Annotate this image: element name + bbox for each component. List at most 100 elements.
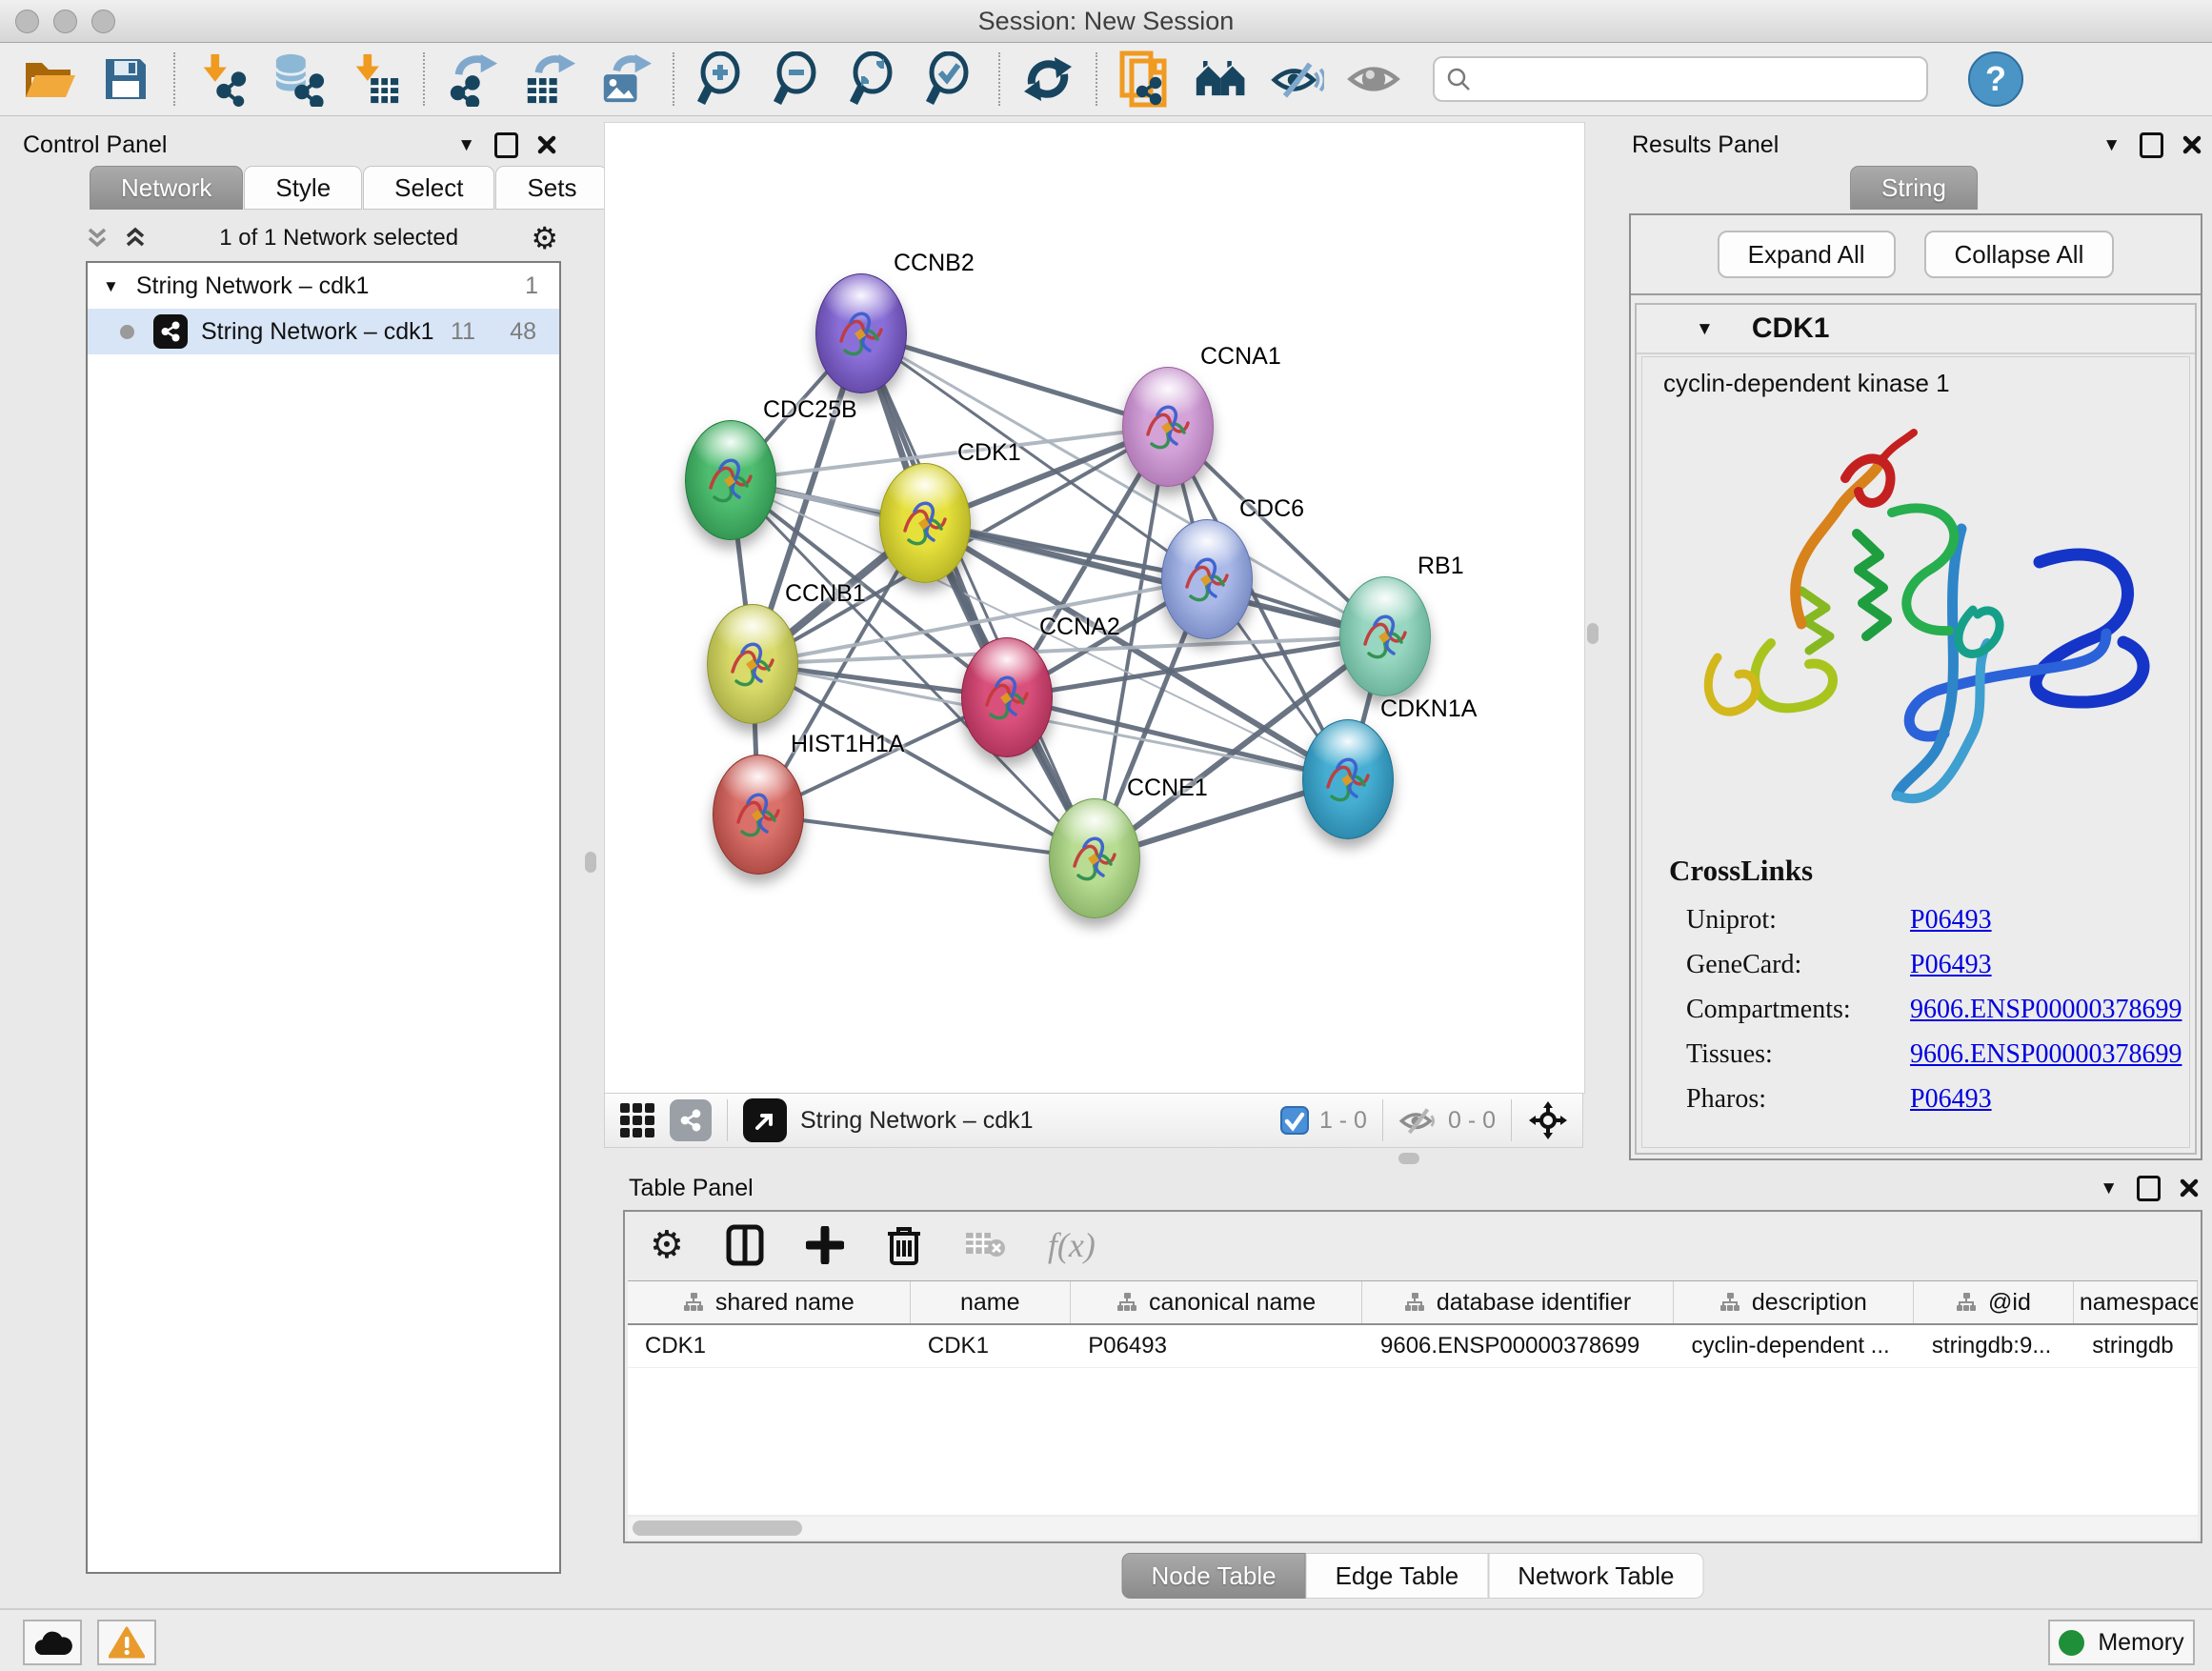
zoom-selected-button[interactable] (924, 52, 977, 106)
panel-menu-icon[interactable]: ▼ (2100, 1179, 2118, 1198)
column-header-namespace[interactable]: namespace (2074, 1281, 2198, 1323)
crosslink-value[interactable]: P06493 (1910, 1084, 1992, 1115)
edge-CCNB2-CCNA1[interactable] (861, 333, 1168, 427)
import-network-file-button[interactable] (196, 52, 250, 106)
float-panel-icon[interactable] (2137, 1176, 2161, 1201)
show-columns-icon[interactable] (726, 1224, 764, 1266)
network-options-gear-icon[interactable]: ⚙ (531, 223, 558, 253)
cell-namespace[interactable]: stringdb (2075, 1325, 2198, 1367)
crosslink-value[interactable]: 9606.ENSP00000378699 (1910, 1039, 2182, 1070)
tab-network-table[interactable]: Network Table (1488, 1553, 1703, 1599)
search-input[interactable] (1478, 65, 1915, 93)
float-panel-icon[interactable] (2140, 132, 2163, 158)
close-panel-icon[interactable] (2180, 1178, 2199, 1198)
tab-style[interactable]: Style (244, 166, 362, 210)
network-canvas[interactable]: CCNB2 CCNA1 CDC25B CDK1 CDC6 RB1 CCNB1 C… (604, 122, 1585, 1094)
export-image-button[interactable] (598, 52, 652, 106)
save-session-button[interactable] (99, 52, 152, 106)
table-horizontal-scrollbar[interactable] (628, 1517, 2198, 1540)
column-header--id[interactable]: @id (1914, 1281, 2074, 1323)
panel-resize-handle[interactable] (1587, 623, 1599, 644)
collapse-all-button[interactable]: Collapse All (1924, 231, 2115, 278)
minimize-window-button[interactable] (53, 10, 77, 33)
table-row[interactable]: CDK1CDK1P064939606.ENSP00000378699cyclin… (628, 1325, 2198, 1368)
open-session-button[interactable] (23, 52, 76, 106)
hide-selected-button[interactable] (1271, 52, 1324, 106)
cell-description[interactable]: cyclin-dependent ... (1675, 1325, 1915, 1367)
crosslink-value[interactable]: 9606.ENSP00000378699 (1910, 995, 2182, 1025)
network-node-CCNA1[interactable] (1122, 367, 1214, 487)
warnings-button[interactable] (97, 1620, 156, 1665)
cell-name[interactable]: CDK1 (911, 1325, 1071, 1367)
cell-shared-name[interactable]: CDK1 (628, 1325, 911, 1367)
export-network-button[interactable] (446, 52, 499, 106)
panel-menu-icon[interactable]: ▼ (2102, 136, 2121, 154)
zoom-out-button[interactable] (772, 52, 825, 106)
tab-edge-table[interactable]: Edge Table (1306, 1553, 1489, 1599)
cell-canonical-name[interactable]: P06493 (1071, 1325, 1363, 1367)
help-button[interactable]: ? (1968, 51, 2023, 107)
crosslink-value[interactable]: P06493 (1910, 950, 1992, 980)
column-header-shared-name[interactable]: shared name (628, 1281, 911, 1323)
add-column-icon[interactable] (806, 1226, 844, 1264)
network-node-CCNA2[interactable] (961, 637, 1053, 757)
grid-view-icon[interactable] (618, 1101, 656, 1139)
column-header-database-identifier[interactable]: database identifier (1362, 1281, 1673, 1323)
first-neighbors-button[interactable] (1195, 52, 1248, 106)
selected-checkbox-icon[interactable] (1279, 1105, 1310, 1136)
zoom-in-button[interactable] (695, 52, 749, 106)
cell--id[interactable]: stringdb:9... (1915, 1325, 2075, 1367)
expand-all-icon[interactable] (124, 227, 147, 250)
network-node-CDC25B[interactable] (685, 420, 776, 540)
collection-expander-icon[interactable]: ▼ (103, 278, 119, 294)
scrollbar-thumb[interactable] (633, 1520, 802, 1536)
float-panel-icon[interactable] (494, 132, 518, 158)
detach-view-button[interactable] (743, 1098, 787, 1142)
tab-node-table[interactable]: Node Table (1122, 1553, 1306, 1599)
panel-menu-icon[interactable]: ▼ (457, 136, 475, 154)
tab-sets[interactable]: Sets (495, 166, 608, 210)
cell-database-identifier[interactable]: 9606.ENSP00000378699 (1363, 1325, 1675, 1367)
export-table-button[interactable] (522, 52, 575, 106)
zoom-window-button[interactable] (91, 10, 115, 33)
tab-network[interactable]: Network (90, 166, 243, 210)
expand-all-button[interactable]: Expand All (1718, 231, 1896, 278)
network-node-CCNB2[interactable] (815, 273, 907, 393)
column-header-canonical-name[interactable]: canonical name (1071, 1281, 1363, 1323)
network-node-CCNE1[interactable] (1049, 798, 1140, 918)
tab-select[interactable]: Select (363, 166, 494, 210)
import-network-database-button[interactable] (272, 52, 326, 106)
edge-CCNA2-CDKN1A[interactable] (1007, 697, 1348, 779)
show-all-button[interactable] (1347, 52, 1400, 106)
network-row-selected[interactable]: String Network – cdk1 11 48 (88, 309, 559, 354)
tab-string[interactable]: String (1850, 166, 1978, 210)
import-table-file-button[interactable] (349, 52, 402, 106)
column-header-description[interactable]: description (1674, 1281, 1914, 1323)
apply-layout-button[interactable] (1021, 52, 1075, 106)
edge-CCNB2-CCNE1[interactable] (861, 333, 1095, 858)
delete-column-icon[interactable] (886, 1224, 922, 1266)
edge-HIST1H1A-CCNE1[interactable] (758, 815, 1095, 858)
table-options-gear-icon[interactable]: ⚙ (650, 1226, 684, 1264)
network-view-icon[interactable] (670, 1099, 712, 1141)
close-window-button[interactable] (15, 10, 39, 33)
panel-resize-handle[interactable] (585, 852, 596, 873)
close-panel-icon[interactable] (537, 135, 556, 154)
cloud-status-button[interactable] (23, 1620, 82, 1665)
network-node-CCNB1[interactable] (707, 604, 798, 724)
gene-section-header[interactable]: ▼ CDK1 (1637, 305, 2195, 354)
section-expander-icon[interactable]: ▼ (1696, 320, 1714, 338)
collapse-all-icon[interactable] (86, 227, 109, 250)
hidden-eye-icon[interactable] (1398, 1104, 1438, 1137)
memory-button[interactable]: Memory (2048, 1620, 2195, 1665)
close-panel-icon[interactable] (2182, 135, 2202, 154)
network-node-RB1[interactable] (1339, 576, 1431, 696)
crosslink-value[interactable]: P06493 (1910, 905, 1992, 936)
network-node-CDC6[interactable] (1161, 519, 1253, 639)
network-node-CDKN1A[interactable] (1302, 719, 1394, 839)
clone-network-button[interactable] (1118, 52, 1172, 106)
column-header-name[interactable]: name (911, 1281, 1071, 1323)
search-box[interactable] (1433, 56, 1928, 102)
network-collection-row[interactable]: ▼ String Network – cdk1 1 (88, 263, 559, 309)
panel-resize-handle[interactable] (1398, 1153, 1419, 1164)
